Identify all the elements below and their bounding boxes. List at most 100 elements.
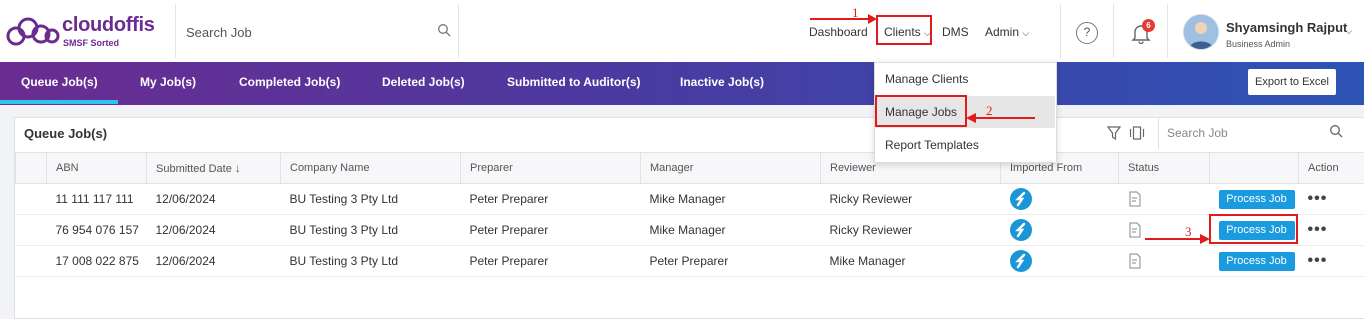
panel-title: Queue Job(s)	[24, 126, 107, 141]
logo-text: cloudoffis	[62, 14, 155, 37]
cell-abn: 17 008 022 875	[47, 246, 147, 277]
nav-admin[interactable]: Admin ⌵	[985, 25, 1029, 39]
highlight-box-manage-jobs	[875, 95, 967, 127]
tab-inactive-jobs[interactable]: Inactive Job(s)	[680, 75, 764, 89]
cell-abn: 76 954 076 157	[47, 215, 147, 246]
tab-queue-jobs[interactable]: Queue Job(s)	[21, 75, 98, 89]
nav-dms[interactable]: DMS	[942, 25, 969, 39]
row-select-cell[interactable]	[16, 215, 47, 246]
table-header-row: ABN Submitted Date ↓ Company Name Prepar…	[16, 153, 1364, 184]
annotation-arrow-3	[1143, 233, 1211, 245]
cell-manager: Peter Preparer	[641, 246, 821, 277]
logo-tagline: SMSF Sorted	[63, 38, 119, 48]
cell-process: Process Job	[1210, 184, 1299, 215]
annotation-arrow-2	[965, 112, 1037, 124]
divider	[1113, 4, 1114, 58]
search-icon[interactable]	[1329, 124, 1343, 138]
highlight-box-process-job	[1209, 214, 1298, 244]
tab-completed-jobs[interactable]: Completed Job(s)	[239, 75, 340, 89]
avatar-image	[1184, 15, 1218, 49]
divider	[1060, 4, 1061, 58]
help-icon[interactable]: ?	[1076, 22, 1098, 44]
jobs-table: ABN Submitted Date ↓ Company Name Prepar…	[15, 152, 1364, 277]
menu-item-manage-clients[interactable]: Manage Clients	[885, 72, 968, 86]
cell-manager: Mike Manager	[641, 215, 821, 246]
column-header-process	[1210, 153, 1299, 184]
cell-submitted-date: 12/06/2024	[147, 215, 281, 246]
tab-deleted-jobs[interactable]: Deleted Job(s)	[382, 75, 465, 89]
row-select-cell[interactable]	[16, 246, 47, 277]
highlight-box-clients	[876, 15, 932, 45]
filter-icon[interactable]	[1107, 126, 1121, 140]
search-icon[interactable]	[437, 23, 451, 37]
column-header-company-name[interactable]: Company Name	[281, 153, 461, 184]
cell-reviewer: Mike Manager	[821, 246, 1001, 277]
chevron-down-icon[interactable]: ⌵	[1345, 26, 1353, 37]
cell-status	[1119, 184, 1210, 215]
active-tab-indicator	[0, 100, 118, 104]
tab-submitted-to-auditors[interactable]: Submitted to Auditor(s)	[507, 75, 641, 89]
imported-source-icon	[1010, 188, 1032, 210]
cell-action: •••	[1299, 184, 1364, 215]
cell-preparer: Peter Preparer	[461, 215, 641, 246]
chevron-down-icon: ⌵	[1022, 28, 1029, 38]
user-role: Business Admin	[1226, 39, 1290, 49]
column-header-manager[interactable]: Manager	[641, 153, 821, 184]
select-column-header	[16, 153, 47, 184]
nav-dashboard[interactable]: Dashboard	[809, 25, 868, 39]
column-header-submitted-date[interactable]: Submitted Date ↓	[147, 153, 281, 184]
cell-manager: Mike Manager	[641, 184, 821, 215]
more-icon[interactable]: •••	[1308, 221, 1328, 238]
column-header-abn[interactable]: ABN	[47, 153, 147, 184]
menu-item-report-templates[interactable]: Report Templates	[885, 138, 979, 152]
job-search-input[interactable]: Search Job	[1167, 126, 1228, 140]
cell-reviewer: Ricky Reviewer	[821, 184, 1001, 215]
process-job-button[interactable]: Process Job	[1219, 190, 1295, 209]
column-header-submitted-date-label: Submitted Date	[156, 163, 232, 175]
cell-imported-from	[1001, 246, 1119, 277]
cell-abn: 11 111 117 111	[47, 184, 147, 215]
cell-reviewer: Ricky Reviewer	[821, 215, 1001, 246]
logo[interactable]: cloudoffis SMSF Sorted	[6, 14, 171, 50]
divider	[458, 4, 459, 58]
user-name[interactable]: Shyamsingh Rajput	[1226, 20, 1347, 35]
cell-process: Process Job	[1210, 246, 1299, 277]
cell-action: •••	[1299, 246, 1364, 277]
status-document-icon[interactable]	[1128, 191, 1142, 207]
nav-admin-label: Admin	[985, 25, 1019, 39]
divider	[175, 4, 176, 58]
cell-submitted-date: 12/06/2024	[147, 184, 281, 215]
export-to-excel-button[interactable]: Export to Excel	[1248, 69, 1336, 95]
cell-action: •••	[1299, 215, 1364, 246]
table-row[interactable]: 17 008 022 875 12/06/2024 BU Testing 3 P…	[16, 246, 1364, 277]
cell-status	[1119, 246, 1210, 277]
cell-preparer: Peter Preparer	[461, 184, 641, 215]
cloud-logo-icon	[6, 16, 62, 46]
more-icon[interactable]: •••	[1308, 252, 1328, 269]
more-icon[interactable]: •••	[1308, 190, 1328, 207]
sort-down-arrow-icon[interactable]: ↓	[235, 161, 241, 175]
avatar[interactable]	[1183, 14, 1219, 50]
tab-my-jobs[interactable]: My Job(s)	[140, 75, 196, 89]
column-header-action: Action	[1299, 153, 1364, 184]
columns-icon[interactable]	[1129, 126, 1145, 140]
imported-source-icon	[1010, 250, 1032, 272]
imported-source-icon	[1010, 219, 1032, 241]
cell-company-name: BU Testing 3 Pty Ltd	[281, 184, 461, 215]
cell-imported-from	[1001, 184, 1119, 215]
column-header-status[interactable]: Status	[1119, 153, 1210, 184]
cell-imported-from	[1001, 215, 1119, 246]
header-search-input[interactable]: Search Job	[186, 25, 252, 40]
status-document-icon[interactable]	[1128, 222, 1142, 238]
notification-badge: 6	[1142, 19, 1155, 32]
row-select-cell[interactable]	[16, 184, 47, 215]
cell-company-name: BU Testing 3 Pty Ltd	[281, 215, 461, 246]
status-document-icon[interactable]	[1128, 253, 1142, 269]
cell-preparer: Peter Preparer	[461, 246, 641, 277]
process-job-button[interactable]: Process Job	[1219, 252, 1295, 271]
table-row[interactable]: 11 111 117 111 12/06/2024 BU Testing 3 P…	[16, 184, 1364, 215]
divider	[1167, 4, 1168, 58]
cell-submitted-date: 12/06/2024	[147, 246, 281, 277]
column-header-preparer[interactable]: Preparer	[461, 153, 641, 184]
cell-company-name: BU Testing 3 Pty Ltd	[281, 246, 461, 277]
